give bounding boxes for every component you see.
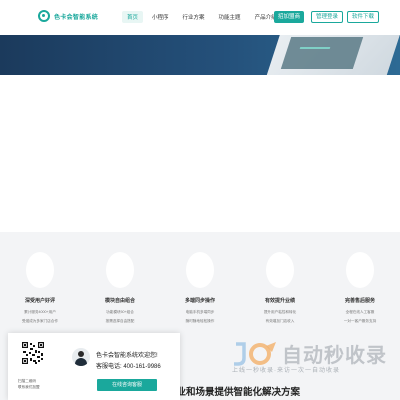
hotline: 客服电话: 400-161-9986 — [96, 361, 161, 370]
logo-text: 色卡会智能系统 — [54, 14, 99, 21]
feature-title: 模块自由组合 — [104, 298, 135, 304]
feature-description: 累计服务4000+用户 — [24, 310, 56, 314]
welcome-text: 色卡会智能系统欢迎您! — [96, 353, 158, 359]
watermark-slogan: 上线一秒收录·来访一次一自动收录 — [232, 368, 340, 374]
feature-title: 深受用户好评 — [24, 298, 55, 304]
feature-card: 有效提升业绩 提升用户粘性和转化 有效增加门店收入 — [248, 252, 312, 324]
device-screen-illustration — [280, 37, 364, 69]
site-header: 色卡会智能系统 首页 小程序 行业方案 功能主题 产品介绍 招加盟商 管理登录 … — [0, 0, 400, 35]
nav-item-mini-program[interactable]: 小程序 — [147, 11, 174, 23]
feature-description: 按需选择自由搭配 — [105, 319, 135, 323]
feature-description: 提升用户粘性和转化 — [263, 310, 297, 314]
hotline-label: 客服电话: — [96, 364, 122, 370]
feature-icon — [106, 252, 134, 288]
feature-description: 随时随地轻松操作 — [185, 319, 215, 323]
nav-item-industry-solutions[interactable]: 行业方案 — [178, 11, 210, 23]
feature-card: 深受用户好评 累计服务4000+用户 受邀成为多家门店合作 — [8, 252, 72, 324]
feature-icon — [26, 252, 54, 288]
qr-caption: 扫描二维码 联系我们加盟 — [18, 379, 50, 390]
feature-description: 功能模块50+组合 — [106, 310, 134, 314]
nav-item-feature-themes[interactable]: 功能主题 — [214, 11, 246, 23]
online-consult-button[interactable]: 在线咨询客服 — [97, 379, 157, 391]
feature-icon — [186, 252, 214, 288]
hero-banner — [0, 35, 400, 75]
join-partner-button[interactable]: 招加盟商 — [274, 11, 305, 23]
feature-description: 有效增加门店收入 — [265, 319, 295, 323]
qr-code-icon — [22, 342, 44, 364]
feature-description: 一对一客户服务支持 — [343, 319, 377, 323]
feature-description: 受邀成为多家门店合作 — [22, 319, 58, 323]
software-download-button[interactable]: 软件下载 — [347, 11, 380, 23]
site-logo[interactable]: 色卡会智能系统 — [38, 10, 98, 22]
logo-icon — [38, 10, 50, 22]
feature-card: 完善售后服务 全程在线人工客服 一对一客户服务支持 — [328, 252, 392, 324]
hotline-number[interactable]: 400-161-9986 — [123, 364, 160, 370]
watermark-brand: 自动秒收录 — [282, 345, 387, 367]
nav-item-home[interactable]: 首页 — [122, 11, 144, 23]
feature-description: 电脑手机多端同步 — [185, 310, 215, 314]
feature-icon — [346, 252, 374, 288]
feature-title: 有效提升业绩 — [264, 298, 295, 304]
feature-card: 模块自由组合 功能模块50+组合 按需选择自由搭配 — [88, 252, 152, 324]
watermark-logo-icon — [234, 342, 276, 366]
feature-card: 多端同步操作 电脑手机多端同步 随时随地轻松操作 — [168, 252, 232, 324]
contact-popup: 扫描二维码 联系我们加盟 色卡会智能系统欢迎您! 客服电话: 400-161-9… — [8, 333, 180, 400]
feature-icon — [266, 252, 294, 288]
banner-stripe — [299, 47, 331, 49]
qr-caption-line: 联系我们加盟 — [18, 384, 40, 389]
customer-service-avatar — [72, 348, 90, 366]
admin-login-button[interactable]: 管理登录 — [311, 11, 344, 23]
feature-title: 完善售后服务 — [344, 298, 375, 304]
feature-description: 全程在线人工客服 — [345, 310, 375, 314]
main-nav: 首页 小程序 行业方案 功能主题 产品介绍 — [122, 11, 282, 23]
feature-title: 多端同步操作 — [184, 298, 215, 304]
